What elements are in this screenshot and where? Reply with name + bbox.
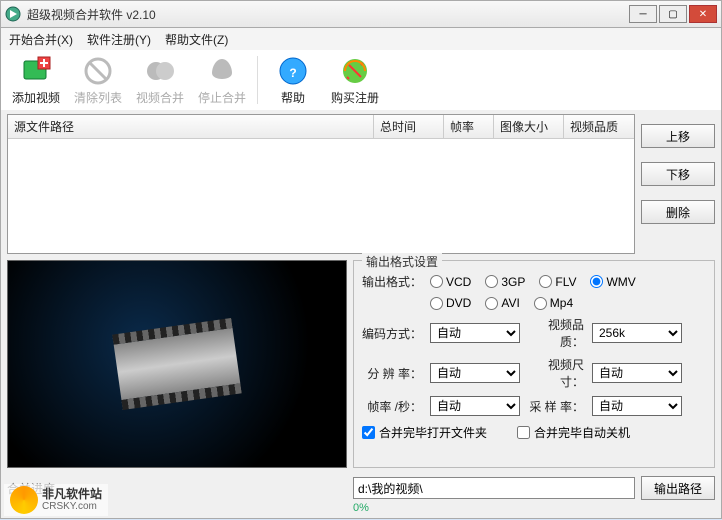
delete-button[interactable]: 删除 (641, 200, 715, 224)
merge-icon (144, 55, 176, 87)
resolution-label: 分 辨 率： (362, 365, 422, 382)
encoding-select[interactable]: 自动 (430, 323, 520, 343)
clear-list-icon (82, 55, 114, 87)
videosize-select[interactable]: 自动 (592, 363, 682, 383)
auto-shutdown-checkbox[interactable]: 合并完毕自动关机 (517, 424, 630, 441)
close-button[interactable]: ✕ (689, 5, 717, 23)
format-3gp-radio[interactable]: 3GP (485, 275, 525, 289)
add-video-icon (20, 55, 52, 87)
output-path-button[interactable]: 输出路径 (641, 476, 715, 500)
sample-label: 采 样 率： (528, 398, 584, 415)
quality-label: 视频品质： (528, 316, 584, 350)
output-settings-group: 输出格式设置 输出格式： VCD 3GP FLV WMV DVD AVI Mp4 (353, 260, 715, 468)
col-duration[interactable]: 总时间 (374, 115, 444, 138)
settings-legend: 输出格式设置 (362, 253, 442, 270)
col-size[interactable]: 图像大小 (494, 115, 564, 138)
minimize-button[interactable]: ─ (629, 5, 657, 23)
file-list-table[interactable]: 源文件路径 总时间 帧率 图像大小 视频品质 (7, 114, 635, 254)
svg-text:?: ? (289, 66, 296, 80)
open-folder-checkbox[interactable]: 合并完毕打开文件夹 (362, 424, 487, 441)
col-quality[interactable]: 视频品质 (564, 115, 634, 138)
window-title: 超级视频合并软件 v2.10 (27, 6, 629, 23)
help-icon: ? (277, 55, 309, 87)
stop-merge-button[interactable]: 停止合并 (193, 52, 251, 108)
videosize-label: 视频尺寸： (528, 356, 584, 390)
help-button[interactable]: ? 帮助 (264, 52, 322, 108)
buy-register-button[interactable]: 购买注册 (326, 52, 384, 108)
progress-label: 合并进度 (7, 480, 347, 497)
resolution-select[interactable]: 自动 (430, 363, 520, 383)
preview-pane (7, 260, 347, 468)
sample-select[interactable]: 自动 (592, 396, 682, 416)
format-mp4-radio[interactable]: Mp4 (534, 296, 573, 310)
format-dvd-radio[interactable]: DVD (430, 296, 471, 310)
fps-select[interactable]: 自动 (430, 396, 520, 416)
progress-percent: 0% (7, 502, 715, 514)
menu-help[interactable]: 帮助文件(Z) (165, 31, 228, 48)
move-down-button[interactable]: 下移 (641, 162, 715, 186)
clear-list-button[interactable]: 清除列表 (69, 52, 127, 108)
format-label: 输出格式： (362, 273, 422, 290)
encoding-label: 编码方式： (362, 325, 422, 342)
format-vcd-radio[interactable]: VCD (430, 275, 471, 289)
maximize-button[interactable]: ▢ (659, 5, 687, 23)
merge-video-button[interactable]: 视频合并 (131, 52, 189, 108)
buy-icon (339, 55, 371, 87)
menu-register[interactable]: 软件注册(Y) (87, 31, 151, 48)
move-up-button[interactable]: 上移 (641, 124, 715, 148)
film-icon (112, 318, 241, 410)
stop-icon (206, 55, 238, 87)
add-video-button[interactable]: 添加视频 (7, 52, 65, 108)
format-wmv-radio[interactable]: WMV (590, 275, 635, 289)
fps-label: 帧率 /秒： (362, 398, 422, 415)
app-icon (5, 6, 21, 22)
col-path[interactable]: 源文件路径 (8, 115, 374, 138)
quality-select[interactable]: 256k (592, 323, 682, 343)
output-path-input[interactable] (353, 477, 635, 499)
col-fps[interactable]: 帧率 (444, 115, 494, 138)
format-avi-radio[interactable]: AVI (485, 296, 519, 310)
menu-start[interactable]: 开始合并(X) (9, 31, 73, 48)
format-flv-radio[interactable]: FLV (539, 275, 576, 289)
